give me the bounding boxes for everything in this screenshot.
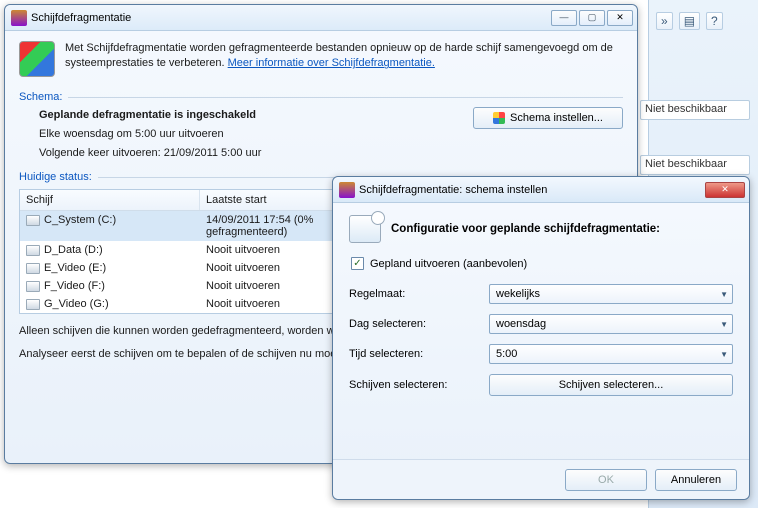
configure-schedule-button[interactable]: Schema instellen... <box>473 107 623 129</box>
drive-icon <box>26 263 40 274</box>
schedule-dialog: Schijfdefragmentatie: schema instellen ✕… <box>332 176 750 500</box>
frequency-label: Regelmaat: <box>349 288 489 300</box>
defrag-icon <box>19 41 55 77</box>
bg-help-icon[interactable]: ? <box>706 12 723 30</box>
titlebar[interactable]: Schijfdefragmentatie — ▢ ✕ <box>5 5 637 31</box>
frequency-dropdown[interactable]: wekelijks ▼ <box>489 284 733 304</box>
dialog-titlebar[interactable]: Schijfdefragmentatie: schema instellen ✕ <box>333 177 749 203</box>
divider <box>68 97 623 98</box>
bg-view-icon[interactable]: ▤ <box>679 12 700 30</box>
more-info-link[interactable]: Meer informatie over Schijfdefragmentati… <box>228 57 435 69</box>
frequency-value: wekelijks <box>496 288 540 300</box>
chevron-down-icon: ▼ <box>720 290 728 299</box>
status-label: Huidige status: <box>19 171 92 183</box>
col-disk[interactable]: Schijf <box>20 190 200 210</box>
select-drives-button[interactable]: Schijven selecteren... <box>489 374 733 396</box>
scheduled-run-checkbox[interactable]: ✓ <box>351 257 364 270</box>
day-dropdown[interactable]: woensdag ▼ <box>489 314 733 334</box>
drives-label: Schijven selecteren: <box>349 379 489 391</box>
drive-icon <box>26 245 40 256</box>
drive-icon <box>26 299 40 310</box>
scheduled-run-label: Gepland uitvoeren (aanbevolen) <box>370 258 527 270</box>
dialog-app-icon <box>339 182 355 198</box>
time-dropdown[interactable]: 5:00 ▼ <box>489 344 733 364</box>
day-label: Dag selecteren: <box>349 318 489 330</box>
intro-text: Met Schijfdefragmentatie worden gefragme… <box>65 41 623 77</box>
dialog-close-button[interactable]: ✕ <box>705 182 745 198</box>
maximize-button[interactable]: ▢ <box>579 10 605 26</box>
drive-icon <box>26 215 40 226</box>
close-button[interactable]: ✕ <box>607 10 633 26</box>
app-icon <box>11 10 27 26</box>
time-label: Tijd selecteren: <box>349 348 489 360</box>
bg-field-2[interactable]: Niet beschikbaar <box>640 155 750 175</box>
dialog-footer: OK Annuleren <box>333 459 749 499</box>
time-value: 5:00 <box>496 348 517 360</box>
drive-icon <box>26 281 40 292</box>
window-title: Schijfdefragmentatie <box>31 12 551 24</box>
select-drives-label: Schijven selecteren... <box>559 379 664 391</box>
cancel-button[interactable]: Annuleren <box>655 469 737 491</box>
schema-label: Schema: <box>19 91 62 103</box>
calendar-icon <box>349 215 381 243</box>
schedule-line-2: Volgende keer uitvoeren: 21/09/2011 5:00… <box>39 147 261 159</box>
shield-icon <box>493 112 505 124</box>
dialog-title: Schijfdefragmentatie: schema instellen <box>359 184 705 196</box>
bg-field-1[interactable]: Niet beschikbaar <box>640 100 750 120</box>
minimize-button[interactable]: — <box>551 10 577 26</box>
chevron-down-icon: ▼ <box>720 350 728 359</box>
bg-arrow[interactable]: » <box>656 12 673 30</box>
chevron-down-icon: ▼ <box>720 320 728 329</box>
configure-schedule-label: Schema instellen... <box>510 112 603 124</box>
schedule-status-title: Geplande defragmentatie is ingeschakeld <box>39 109 256 121</box>
dialog-header: Configuratie voor geplande schijfdefragm… <box>391 223 660 235</box>
schedule-line-1: Elke woensdag om 5:00 uur uitvoeren <box>39 128 261 140</box>
day-value: woensdag <box>496 318 546 330</box>
ok-button[interactable]: OK <box>565 469 647 491</box>
background-toolbar: » ▤ ? <box>656 12 723 30</box>
